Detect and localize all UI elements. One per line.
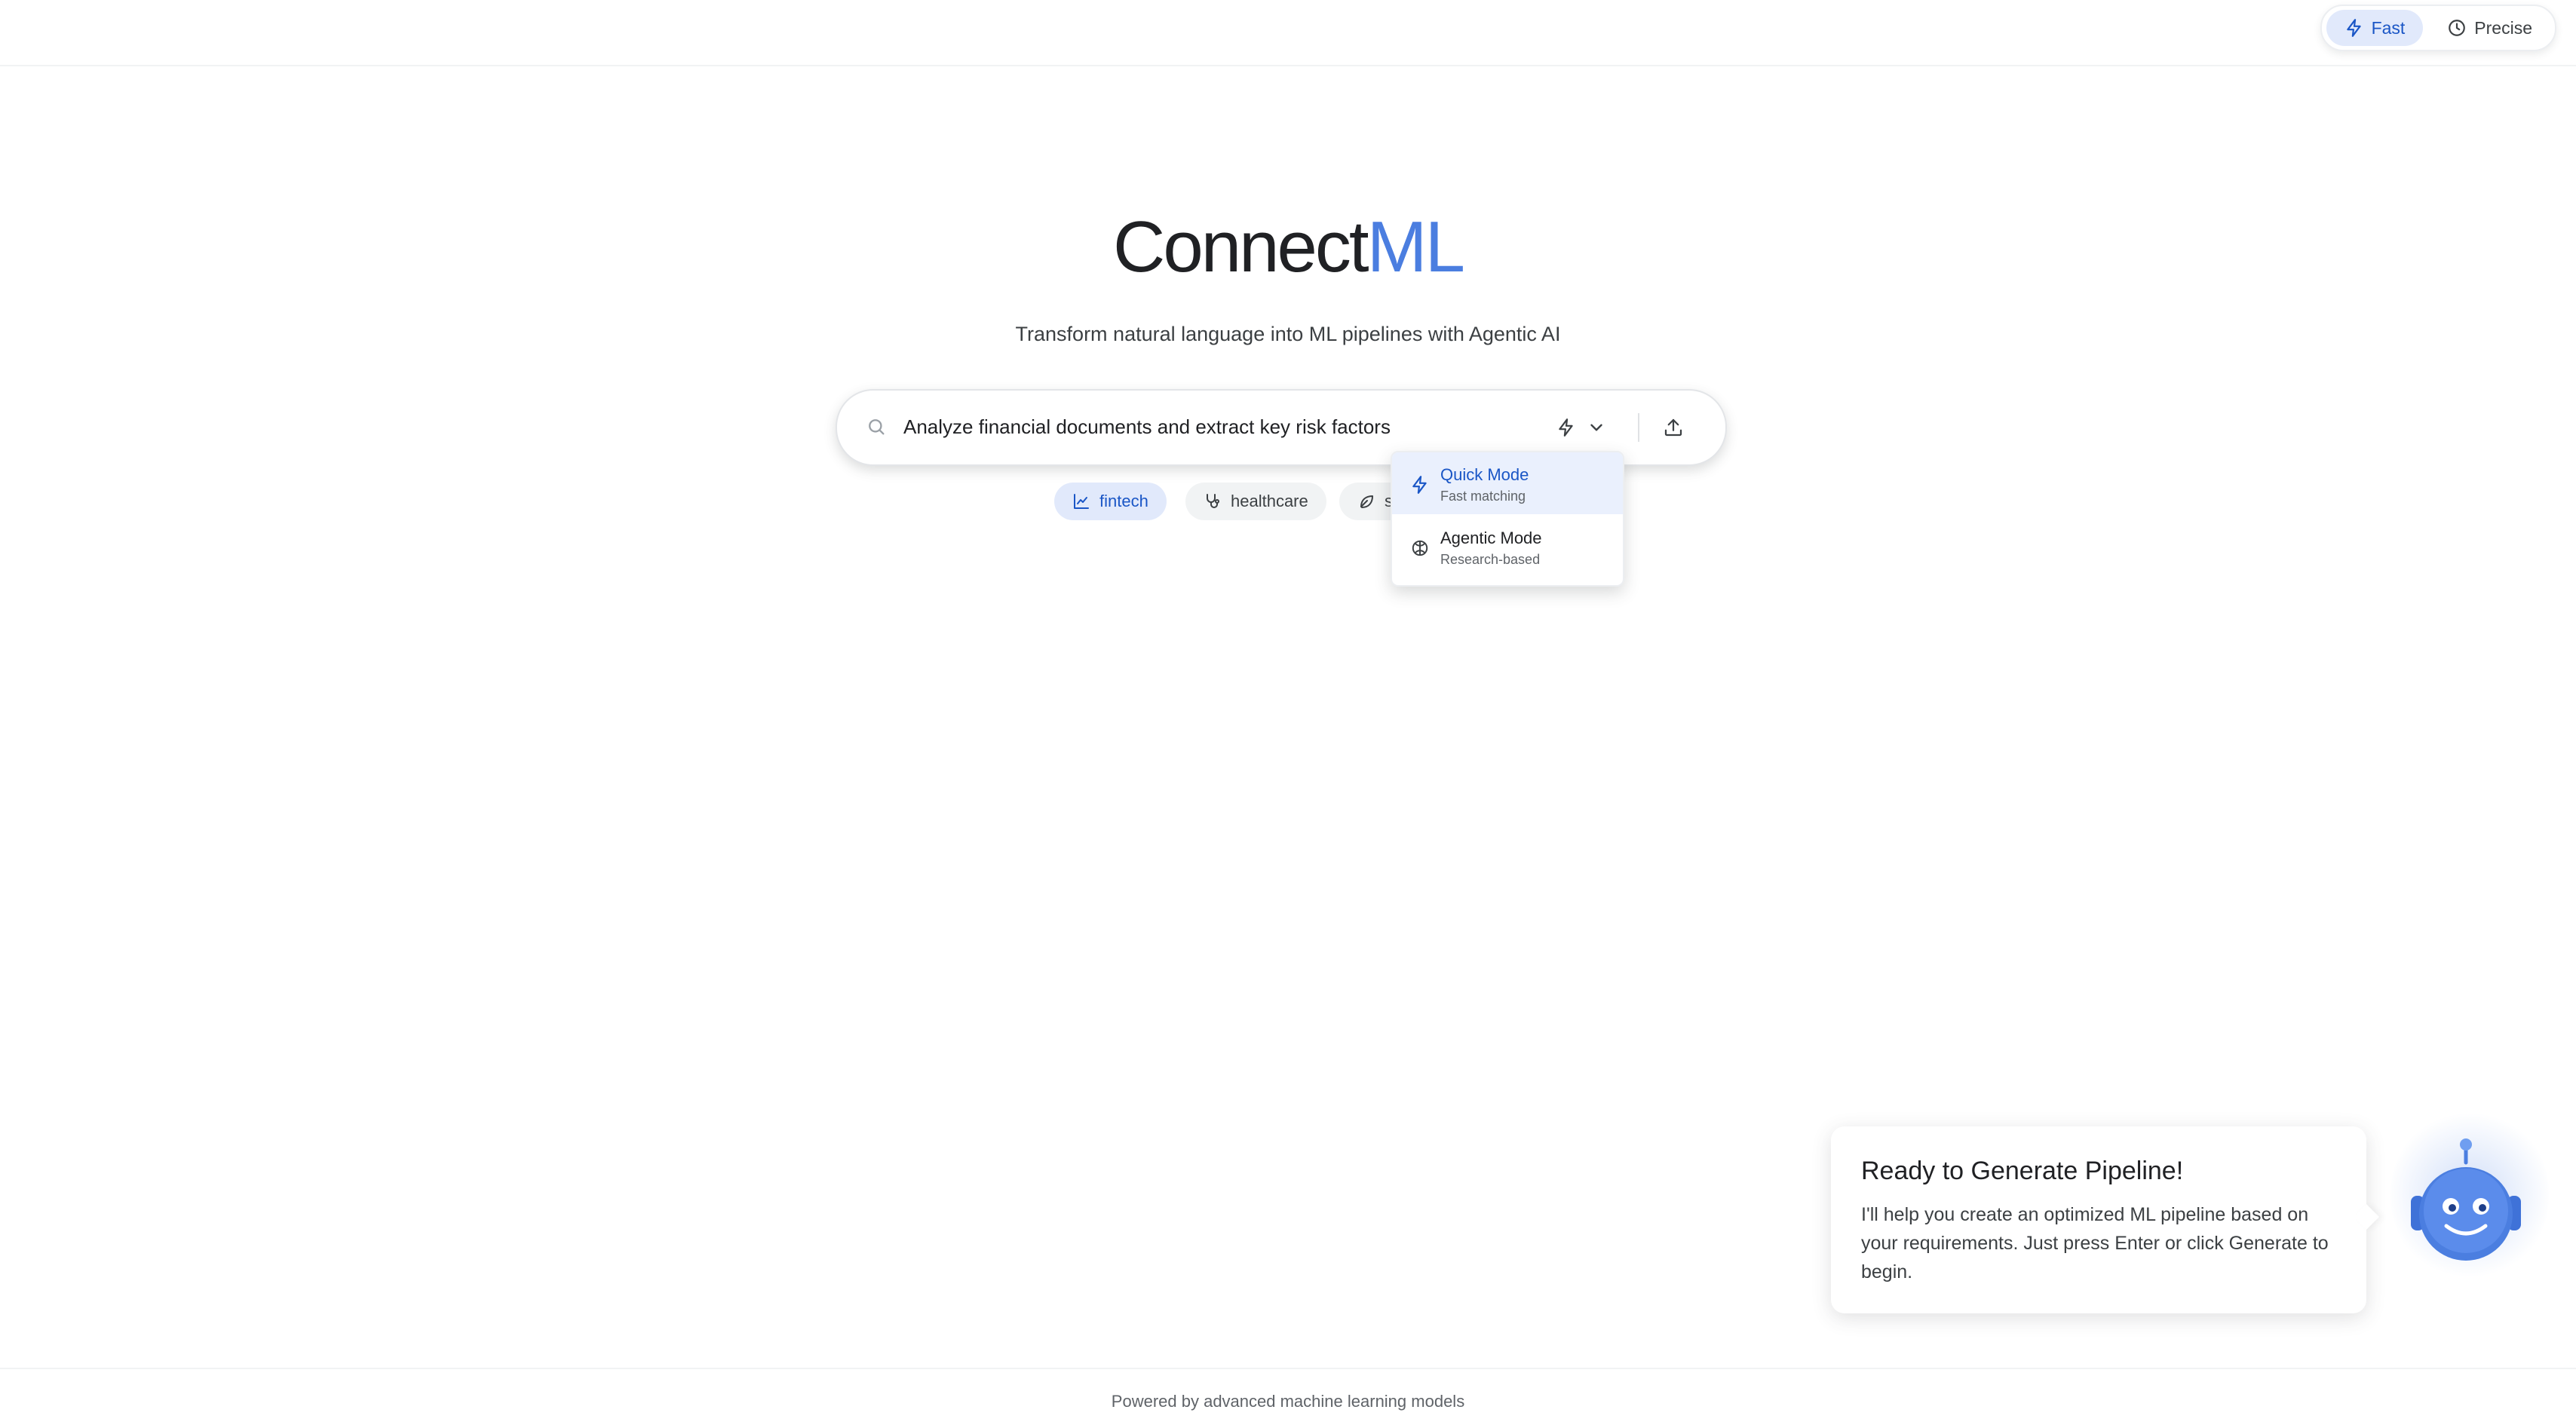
precise-mode-label: Precise [2474, 17, 2532, 38]
logo-text-connect: Connect [1113, 207, 1369, 287]
divider [1638, 413, 1639, 442]
bubble-tail [2354, 1204, 2379, 1230]
assistant-title: Ready to Generate Pipeline! [1861, 1157, 2184, 1185]
chip-label: fintech [1099, 492, 1148, 510]
upload-button[interactable] [1656, 410, 1691, 445]
trend-chart-icon [1074, 494, 1089, 509]
dropdown-item-title: Quick Mode [1440, 465, 1529, 484]
dropdown-item-title: Agentic Mode [1440, 529, 1542, 547]
top-bar: Fast Precise [0, 0, 2576, 66]
assistant-message-bubble: Ready to Generate Pipeline! I'll help yo… [1831, 1126, 2379, 1313]
stethoscope-icon [1207, 494, 1219, 508]
chip-healthcare[interactable]: healthcare [1185, 483, 1326, 520]
dropdown-item-subtitle: Research-based [1440, 552, 1541, 567]
dropdown-item-quick-mode[interactable]: Quick Mode Fast matching [1392, 452, 1623, 514]
lightning-icon [1559, 418, 1573, 437]
search-icon [869, 419, 885, 435]
brain-icon [1412, 540, 1428, 556]
upload-icon [1664, 418, 1682, 437]
app-logo: ConnectML [0, 202, 2576, 293]
robot-icon[interactable] [2406, 1131, 2526, 1267]
dropdown-item-subtitle: Fast matching [1440, 489, 1526, 504]
tagline: Transform natural language into ML pipel… [1015, 323, 1561, 345]
mode-select-button[interactable] [1556, 410, 1614, 445]
lightning-icon [1412, 476, 1427, 494]
logo-text-ml: ML [1366, 207, 1465, 287]
chevron-down-icon [1590, 424, 1602, 431]
mode-dropdown: Quick Mode Fast matching Agentic Mode Re… [1391, 451, 1624, 587]
footer: Powered by advanced machine learning mod… [0, 1368, 2576, 1428]
speed-mode-toggle: Fast Precise [2320, 5, 2556, 51]
leaf-icon [1360, 495, 1373, 508]
precise-mode-button[interactable]: Precise [2429, 10, 2550, 46]
lightning-icon [2346, 19, 2361, 37]
fast-mode-button[interactable]: Fast [2326, 10, 2424, 46]
assistant-message: I'll help you create an optimized ML pip… [1861, 1204, 2329, 1282]
fast-mode-label: Fast [2371, 17, 2406, 38]
footer-text: Powered by advanced machine learning mod… [1111, 1392, 1465, 1411]
chip-fintech[interactable]: fintech [1054, 483, 1167, 520]
chip-label: healthcare [1231, 492, 1308, 510]
search-input[interactable] [903, 407, 1492, 446]
dropdown-item-agentic-mode[interactable]: Agentic Mode Research-based [1392, 516, 1623, 578]
clock-icon [2449, 20, 2466, 36]
